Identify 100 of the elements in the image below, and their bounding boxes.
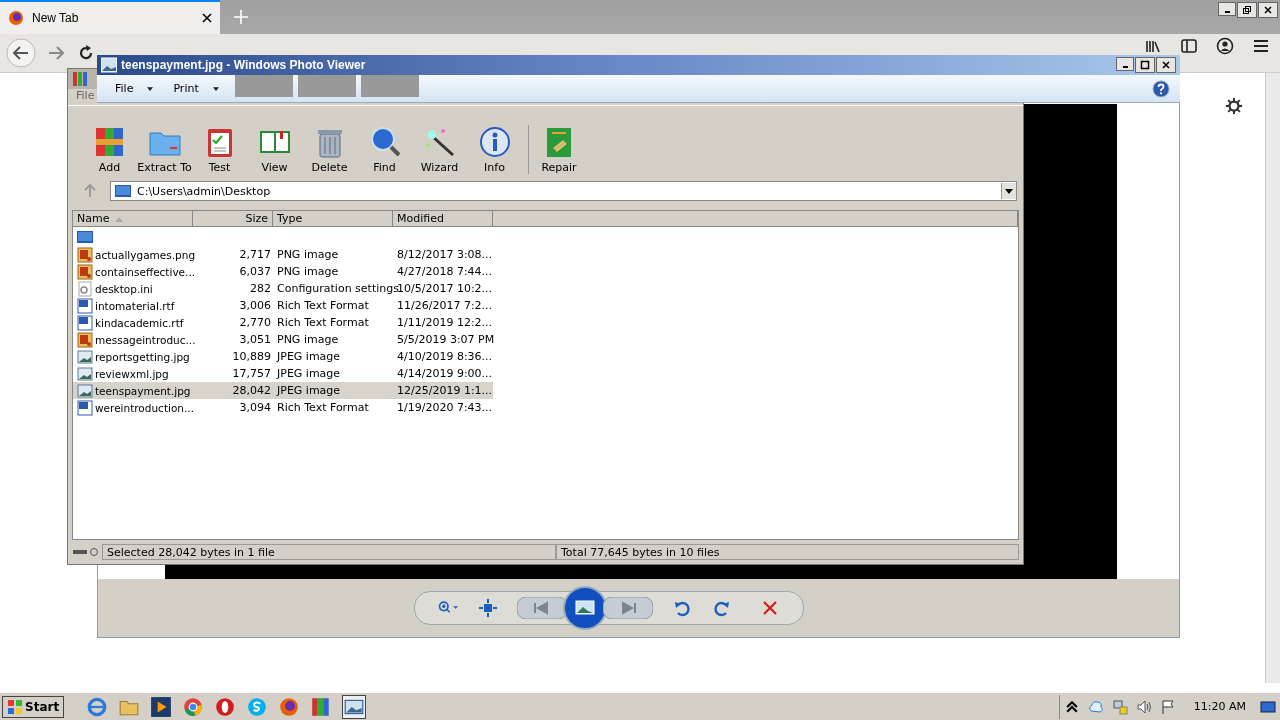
file-type: Rich Text Format bbox=[277, 401, 369, 414]
help-icon[interactable] bbox=[1152, 79, 1170, 98]
status-text: Total 77,645 bytes in 10 files bbox=[556, 544, 1019, 560]
maximize-button[interactable] bbox=[1135, 57, 1155, 73]
file-type: PNG image bbox=[277, 248, 339, 261]
info-icon bbox=[477, 125, 512, 159]
status-text: Selected 28,042 bytes in 1 file bbox=[102, 544, 556, 560]
back-icon[interactable] bbox=[6, 38, 36, 68]
caret-icon bbox=[147, 86, 154, 91]
photo-file-icon bbox=[77, 348, 93, 365]
menu-item[interactable]: File bbox=[76, 89, 95, 105]
settings-icon[interactable] bbox=[1225, 97, 1243, 115]
browser-tab[interactable]: New Tab bbox=[0, 0, 220, 34]
toolbar-button[interactable]: Extract To bbox=[137, 125, 192, 174]
file-name: reportsgetting.jpg bbox=[95, 350, 190, 363]
browser-icon[interactable] bbox=[86, 695, 109, 718]
file-size: 10,889 bbox=[232, 350, 271, 363]
maximize-icon bbox=[1140, 60, 1150, 70]
menu-button[interactable]: File bbox=[111, 82, 158, 95]
file-type: Rich Text Format bbox=[277, 299, 369, 312]
file-row[interactable]: reviewxml.jpg 17,757 JPEG image 4/14/2019 9:00... bbox=[73, 365, 493, 382]
file-name: wereintroduction... bbox=[95, 401, 194, 414]
menu-icon[interactable] bbox=[1252, 37, 1270, 55]
sidebar-icon[interactable] bbox=[1180, 37, 1198, 55]
file-date: 1/11/2019 12:2... bbox=[397, 316, 493, 329]
previous-icon[interactable] bbox=[516, 597, 567, 619]
dropdown-button[interactable] bbox=[1001, 183, 1016, 199]
restore-button[interactable] bbox=[1237, 2, 1257, 18]
account-icon[interactable] bbox=[1216, 37, 1234, 55]
drive-icon bbox=[72, 547, 98, 557]
opera-icon[interactable] bbox=[214, 695, 237, 718]
firefox-icon[interactable] bbox=[278, 695, 301, 718]
file-row[interactable]: wereintroduction... 3,094 Rich Text Format 1/19/2020 7:43... bbox=[73, 399, 493, 416]
start-button[interactable]: Start bbox=[2, 695, 65, 718]
image-file-icon bbox=[77, 263, 93, 280]
clock[interactable]: 11:20 AM bbox=[1193, 700, 1246, 713]
menu-button[interactable]: Print bbox=[169, 82, 223, 95]
photo-viewer-icon[interactable] bbox=[342, 694, 367, 719]
file-row[interactable]: intomaterial.rtf 3,006 Rich Text Format 11/26/2017 7:2... bbox=[73, 297, 493, 314]
toolbar-button[interactable]: Repair bbox=[528, 125, 583, 174]
speaker-icon[interactable] bbox=[1135, 698, 1152, 715]
document-file-icon bbox=[77, 314, 93, 331]
file-row[interactable]: actuallygames.png 2,717 PNG image 8/12/2017 3:08... bbox=[73, 246, 493, 263]
toolbar-button[interactable]: Test bbox=[192, 125, 247, 174]
next-icon[interactable] bbox=[602, 597, 653, 619]
fit-icon[interactable] bbox=[476, 599, 499, 617]
cloud-icon[interactable] bbox=[1087, 698, 1104, 715]
slideshow-button[interactable] bbox=[562, 586, 607, 630]
minimize-icon bbox=[1122, 66, 1128, 68]
file-date: 12/25/2019 1:1... bbox=[397, 384, 493, 397]
file-row[interactable]: reportsgetting.jpg 10,889 JPEG image 4/10/2019 8:36... bbox=[73, 348, 493, 365]
file-name: reviewxml.jpg bbox=[95, 367, 169, 380]
caret-icon bbox=[1005, 188, 1013, 194]
column-header[interactable]: Size bbox=[193, 211, 273, 227]
toolbar-button[interactable]: Delete bbox=[302, 125, 357, 174]
column-header[interactable]: Modified bbox=[393, 211, 493, 227]
show-desktop-icon[interactable] bbox=[1260, 698, 1276, 715]
file-row[interactable]: desktop.ini 282 Configuration settings10/5/2017 10:2... bbox=[73, 280, 493, 297]
scrollbar[interactable] bbox=[1265, 73, 1280, 683]
image-file-icon bbox=[77, 331, 93, 348]
file-date: 11/26/2017 7:2... bbox=[397, 299, 493, 312]
close-button[interactable] bbox=[1258, 2, 1278, 18]
path-field[interactable]: C:\Users\admin\Desktop bbox=[110, 181, 1017, 201]
close-icon[interactable] bbox=[202, 13, 212, 23]
windows-logo-icon bbox=[7, 698, 23, 715]
minimize-button[interactable] bbox=[1218, 2, 1236, 16]
column-header[interactable]: Type bbox=[273, 211, 393, 227]
file-row[interactable]: teenspayment.jpg 28,042 JPEG image 12/25/2019 1:1... bbox=[73, 382, 493, 399]
photo-file-icon bbox=[77, 382, 93, 399]
file-type: PNG image bbox=[277, 265, 339, 278]
toolbar-button[interactable]: Wizard bbox=[412, 125, 467, 174]
file-size: 2,770 bbox=[239, 316, 271, 329]
file-name: kindacademic.rtf bbox=[95, 316, 184, 329]
flag-icon[interactable] bbox=[1159, 698, 1176, 715]
close-button[interactable] bbox=[1156, 57, 1176, 73]
image-file-icon bbox=[77, 246, 93, 263]
toolbar-button[interactable]: Find bbox=[357, 125, 412, 174]
toolbar-button[interactable]: Add bbox=[82, 125, 137, 174]
toolbar-button[interactable]: Info bbox=[467, 125, 522, 174]
close-icon bbox=[1161, 60, 1171, 70]
file-type: Configuration settings bbox=[277, 282, 399, 295]
file-row[interactable]: containseffective... 6,037 PNG image 4/27/2018 7:44... bbox=[73, 263, 493, 280]
settings-file-icon bbox=[77, 280, 93, 297]
chrome-icon[interactable] bbox=[182, 695, 205, 718]
file-row[interactable]: messageintroduc... 3,051 PNG image 5/5/2019 3:07 PM bbox=[73, 331, 493, 348]
file-size: 28,042 bbox=[232, 384, 271, 397]
file-row[interactable]: kindacademic.rtf 2,770 Rich Text Format 1/11/2019 12:2... bbox=[73, 314, 493, 331]
file-type: JPEG image bbox=[277, 367, 341, 380]
sort-arrow-icon bbox=[115, 217, 123, 222]
minimize-button[interactable] bbox=[1116, 57, 1134, 71]
toolbar-button[interactable]: View bbox=[247, 125, 302, 174]
photo-file-icon bbox=[77, 365, 93, 382]
media-player-icon[interactable] bbox=[150, 695, 173, 718]
file-date: 1/19/2020 7:43... bbox=[397, 401, 493, 414]
file-size: 17,757 bbox=[232, 367, 271, 380]
file-type: Rich Text Format bbox=[277, 316, 369, 329]
file-name: desktop.ini bbox=[95, 282, 153, 295]
archive-icon bbox=[72, 71, 88, 87]
caret-icon bbox=[212, 86, 219, 91]
file-type: PNG image bbox=[277, 333, 339, 346]
